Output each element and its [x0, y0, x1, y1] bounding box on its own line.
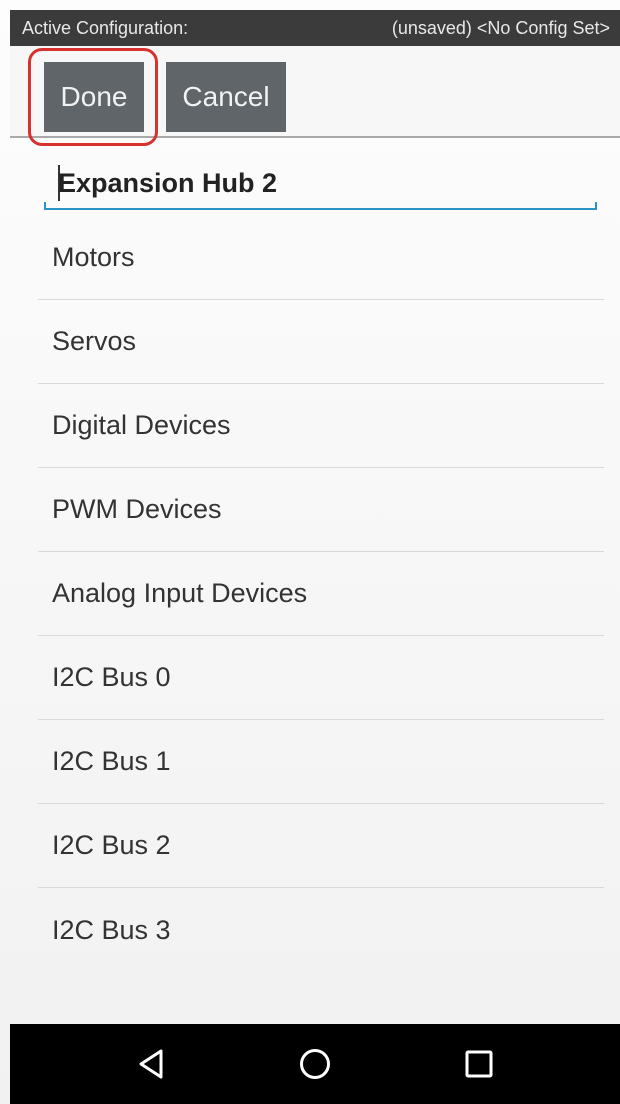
- back-triangle-icon: [139, 1049, 163, 1079]
- active-configuration-label: Active Configuration:: [22, 17, 189, 38]
- list-item-pwm-devices[interactable]: PWM Devices: [38, 468, 604, 552]
- home-button[interactable]: [297, 1046, 333, 1082]
- device-name-field[interactable]: Expansion Hub 2: [44, 155, 597, 210]
- list-item-digital-devices[interactable]: Digital Devices: [38, 384, 604, 468]
- list-item-analog-input-devices[interactable]: Analog Input Devices: [38, 552, 604, 636]
- back-button[interactable]: [133, 1046, 169, 1082]
- list-item-i2c-bus-1[interactable]: I2C Bus 1: [38, 720, 604, 804]
- list-item-i2c-bus-2[interactable]: I2C Bus 2: [38, 804, 604, 888]
- device-category-list: Motors Servos Digital Devices PWM Device…: [38, 216, 604, 972]
- list-item-motors[interactable]: Motors: [38, 216, 604, 300]
- recents-button[interactable]: [461, 1046, 497, 1082]
- system-navigation-bar: [10, 1024, 620, 1104]
- device-configuration-screen: Active Configuration: (unsaved) <No Conf…: [0, 0, 620, 1104]
- active-configuration-bar: Active Configuration: (unsaved) <No Conf…: [10, 10, 620, 46]
- list-item-i2c-bus-3[interactable]: I2C Bus 3: [38, 888, 604, 972]
- action-toolbar: Done Cancel: [10, 46, 620, 138]
- done-button[interactable]: Done: [44, 62, 144, 132]
- recents-square-icon: [465, 1050, 493, 1078]
- active-configuration-value: (unsaved) <No Config Set>: [391, 17, 610, 38]
- list-item-i2c-bus-0[interactable]: I2C Bus 0: [38, 636, 604, 720]
- device-name-value: Expansion Hub 2: [58, 168, 278, 198]
- list-item-servos[interactable]: Servos: [38, 300, 604, 384]
- cancel-button[interactable]: Cancel: [166, 62, 286, 132]
- home-circle-icon: [300, 1049, 330, 1079]
